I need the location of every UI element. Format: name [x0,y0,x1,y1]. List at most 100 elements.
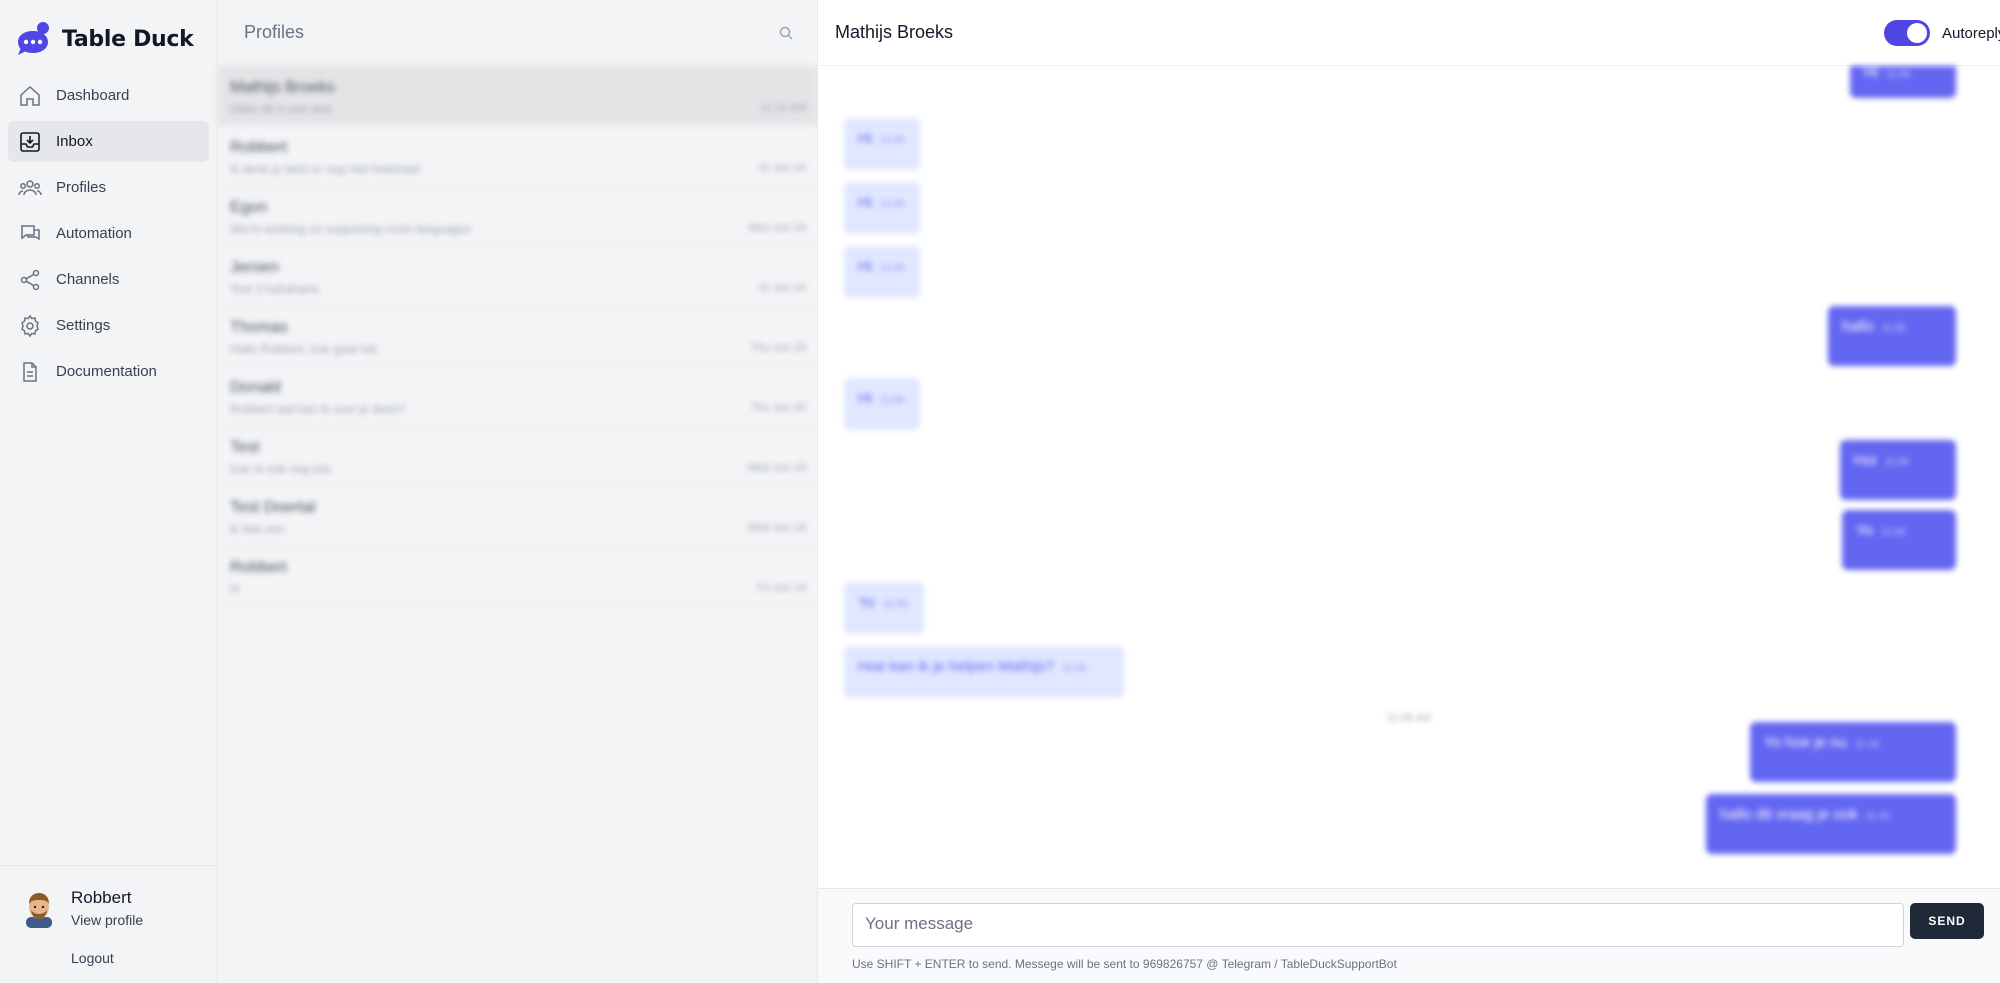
avatar[interactable] [22,890,56,928]
conversation-name: Mathijs Broeks [230,79,335,96]
conversation-preview: We're working on supporting more languag… [230,222,471,236]
conversation-list-panel: Profiles Mathijs Broeks Hallo dit is een… [218,0,818,983]
list-title: Profiles [244,22,305,42]
message-bubble: Hi 11:06 [844,182,920,234]
sidebar: Table Duck Dashboard Inbox Profiles Auto… [0,0,218,983]
conversation-preview: Hallo Robbert, hoe gaat het [230,342,377,356]
message-text: Hi [858,130,873,147]
message-time: 11:06 [882,599,908,610]
conversation-name: Test [230,439,260,456]
conversation-time: Wed Jun 19 [747,462,806,474]
message-text: Hoe kan ik je helpen Mathijs? [858,658,1054,675]
home-icon [20,85,40,106]
message-text: Hi [858,258,873,275]
conversation-name: Test Doertal [230,499,316,516]
sidebar-item-label: Dashboard [56,87,130,104]
user-name: Robbert [71,888,132,907]
toggle-knob [1907,23,1927,43]
conversation-item[interactable]: Mathijs Broeks Hallo dit is een test 11:… [218,66,818,126]
sidebar-item-settings[interactable]: Settings [8,305,209,346]
conversation-preview: Hallo dit is een test [230,102,332,116]
conversation-preview: Test 3 hahahaha [230,282,319,296]
view-profile-link[interactable]: View profile [71,912,143,928]
sidebar-item-documentation[interactable]: Documentation [8,351,209,392]
conversation-time: 11:16 AM [760,102,806,114]
conversation-preview: Robbert wat kan ik voor je doen? [230,402,406,416]
conversation-preview: hi [230,582,240,596]
message-bubble: Hi 11:06 [844,118,920,170]
message-text: Hi [1864,66,1879,81]
chat-panel: Mathijs Broeks Autoreply Hi 11:06 Hi 11:06… [818,0,2000,983]
message-input[interactable] [852,903,1904,947]
conversation-time: 11 Jun 24 [758,162,806,174]
message-text: Hi [858,194,873,211]
message-time: 11:06 [880,395,905,406]
message-time: 11:06 [880,263,905,274]
message-time: 11:06 [1881,323,1906,334]
users-icon [18,179,42,195]
message-bubble: hallo 11:06 [1828,306,1956,366]
sidebar-item-profiles[interactable]: Profiles [8,167,209,208]
message-bubble: Yo hoe je nu 11:16 [1750,722,1956,782]
chat-title: Mathijs Broeks [835,22,954,42]
conversation-time: 11 Jun 24 [758,282,806,294]
message-time: 11:06 [880,199,905,210]
message-bubble: Hi 11:06 [1850,66,1956,98]
sidebar-nav: Dashboard Inbox Profiles Automation Chan… [8,75,209,397]
conversation-item[interactable]: Donald Robbert wat kan ik voor je doen? … [218,366,818,426]
conversation-item[interactable]: Jeroen Test 3 hahahaha 11 Jun 24 [218,246,818,306]
message-time: 11:16 [1865,811,1890,822]
conversation-list-header: Profiles [218,0,818,66]
conversation-time: Mon Jun 24 [748,222,806,234]
message-thread: Hi 11:06 Hi 11:06 Hi 11:06 Hi 11:06 hallo 11:… [818,66,2000,888]
message-bubble: Hi 11:06 [844,378,920,430]
conversation-item[interactable]: Robbert hi Fri Jun 14 [218,546,818,606]
conversation-time: Wed Jun 19 [747,522,806,534]
conversation-item[interactable]: Thomas Hallo Robbert, hoe gaat het Thu J… [218,306,818,366]
sidebar-item-label: Automation [56,225,132,242]
message-time: 11:06 [880,135,905,146]
chat-bubbles-icon [21,224,40,240]
logout-link[interactable]: Logout [71,950,114,966]
message-time: 11:16 [1854,739,1880,750]
composer-hint: Use SHIFT + ENTER to send. Messege will … [852,957,1397,971]
message-bubble: Yo 11:06 [1842,510,1956,570]
conversation-name: Robbert [230,559,287,576]
autoreply-toggle[interactable] [1884,20,1930,46]
autoreply-label: Autoreply [1942,25,2000,42]
message-time: 11:06 [1886,69,1911,80]
sidebar-item-channels[interactable]: Channels [8,259,209,300]
sidebar-item-automation[interactable]: Automation [8,213,209,254]
conversation-name: Robbert [230,139,287,156]
sidebar-item-dashboard[interactable]: Dashboard [8,75,209,116]
conversation-item[interactable]: Egon We're working on supporting more la… [218,186,818,246]
message-text: Hi [858,390,873,407]
message-text: Yo [858,594,875,611]
message-composer: SEND Use SHIFT + ENTER to send. Messege … [818,888,2000,983]
sidebar-item-inbox[interactable]: Inbox [8,121,209,162]
message-text: Yo [1856,522,1873,539]
conversation-name: Thomas [230,319,288,336]
message-bubble: Yo 11:06 [844,582,924,634]
conversation-time: Thu Jun 20 [750,342,806,354]
gear-icon [21,314,39,337]
user-block: Robbert View profile Logout [0,865,218,983]
conversation-item[interactable]: Test Kan ik ook nog iets Wed Jun 19 [218,426,818,486]
message-bubble: Hoe kan ik je helpen Mathijs? 11:06 [844,646,1124,698]
conversation-preview: Ik denk je bent er nog niet helemaal [230,162,421,176]
chat-header: Mathijs Broeks Autoreply [818,0,2000,66]
search-icon[interactable] [778,25,794,41]
message-bubble: hallo dit vraag je ook 11:16 [1706,794,1956,854]
sidebar-item-label: Settings [56,317,111,334]
message-time: 11:06 [1884,457,1909,468]
conversation-item[interactable]: Robbert Ik denk je bent er nog niet hele… [218,126,818,186]
message-text: Yo hoe je nu [1764,734,1847,751]
send-button[interactable]: SEND [1910,903,1984,939]
document-icon [23,361,37,382]
message-text: Hoi [1854,452,1877,469]
brand-logo[interactable]: Table Duck [14,20,194,58]
conversation-preview: Kan ik ook nog iets [230,462,332,476]
message-text: hallo [1842,318,1874,335]
conversation-item[interactable]: Test Doertal ik heb een Wed Jun 19 [218,486,818,546]
message-text: hallo dit vraag je ook [1720,806,1858,823]
